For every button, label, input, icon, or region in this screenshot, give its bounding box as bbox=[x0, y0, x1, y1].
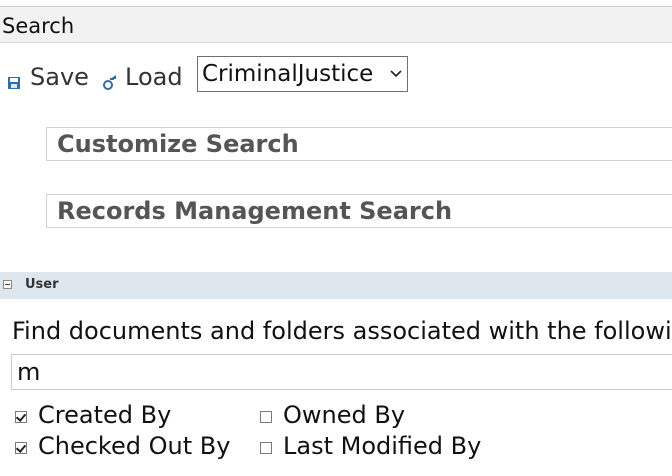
load-button[interactable]: Load bbox=[101, 63, 183, 91]
owned-by-checkbox[interactable]: Owned By bbox=[260, 401, 405, 429]
panel-title: Search bbox=[2, 14, 75, 38]
search-template-select[interactable]: CriminalJustice bbox=[197, 56, 408, 92]
created-by-label: Created By bbox=[38, 401, 172, 429]
save-icon bbox=[8, 77, 20, 89]
selected-template: CriminalJustice bbox=[202, 61, 374, 87]
search-panel: Search Save Load CriminalJustice Customi… bbox=[0, 0, 672, 476]
last-modified-by-label: Last Modified By bbox=[283, 432, 482, 460]
panel-header: Search bbox=[0, 7, 672, 43]
checked-out-by-label: Checked Out By bbox=[38, 432, 231, 460]
created-by-check-icon[interactable] bbox=[15, 411, 27, 423]
search-toolbar: Save Load CriminalJustice bbox=[6, 56, 666, 96]
collapse-icon[interactable] bbox=[3, 280, 12, 289]
created-by-checkbox[interactable]: Created By bbox=[15, 401, 171, 429]
last-modified-by-checkbox[interactable]: Last Modified By bbox=[260, 432, 481, 460]
records-management-search-section[interactable]: Records Management Search bbox=[46, 194, 672, 228]
checked-out-by-checkbox[interactable]: Checked Out By bbox=[15, 432, 230, 460]
load-label: Load bbox=[125, 63, 183, 91]
owned-by-check-icon[interactable] bbox=[260, 411, 272, 423]
owned-by-label: Owned By bbox=[283, 401, 406, 429]
save-button[interactable]: Save bbox=[6, 63, 89, 91]
checked-out-by-check-icon[interactable] bbox=[15, 442, 27, 454]
chevron-down-icon bbox=[390, 70, 402, 78]
customize-search-section[interactable]: Customize Search bbox=[46, 127, 672, 161]
records-management-search-title: Records Management Search bbox=[57, 197, 453, 225]
user-section-title: User bbox=[25, 277, 59, 292]
save-label: Save bbox=[30, 63, 89, 91]
user-description: Find documents and folders associated wi… bbox=[12, 317, 672, 345]
customize-search-title: Customize Search bbox=[57, 130, 299, 158]
load-icon bbox=[103, 75, 116, 90]
user-input[interactable] bbox=[11, 354, 672, 390]
user-section-header[interactable]: User bbox=[0, 272, 672, 299]
last-modified-by-check-icon[interactable] bbox=[260, 442, 272, 454]
